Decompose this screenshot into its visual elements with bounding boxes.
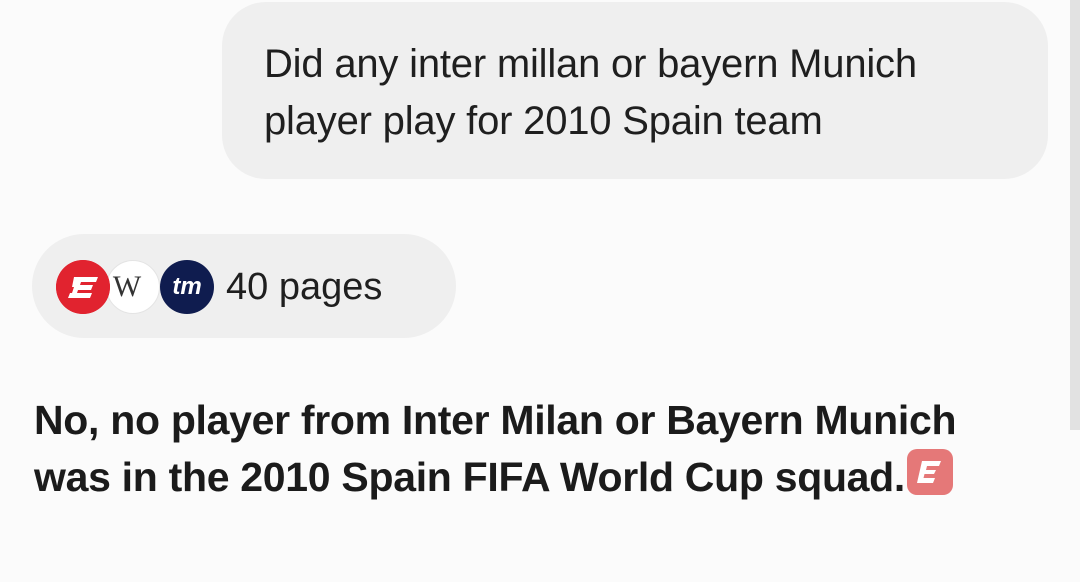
- transfermarkt-glyph: tm: [172, 273, 202, 300]
- transfermarkt-icon: tm: [160, 260, 214, 314]
- wikipedia-icon: W: [106, 260, 160, 314]
- chat-page: Did any inter millan or bayern Munich pl…: [0, 0, 1080, 582]
- sources-chip[interactable]: W tm 40 pages: [32, 234, 456, 338]
- user-message-text: Did any inter millan or bayern Munich pl…: [264, 42, 917, 143]
- espn-icon: [56, 260, 110, 314]
- wikipedia-glyph: W: [112, 270, 142, 303]
- espn-citation-icon[interactable]: [907, 449, 954, 495]
- sources-count-label: 40 pages: [226, 266, 383, 308]
- scrollbar[interactable]: [1070, 0, 1080, 430]
- answer-paragraph: No, no player from Inter Milan or Bayern…: [34, 392, 1024, 506]
- answer-text: No, no player from Inter Milan or Bayern…: [34, 397, 957, 500]
- user-message-bubble: Did any inter millan or bayern Munich pl…: [222, 2, 1048, 179]
